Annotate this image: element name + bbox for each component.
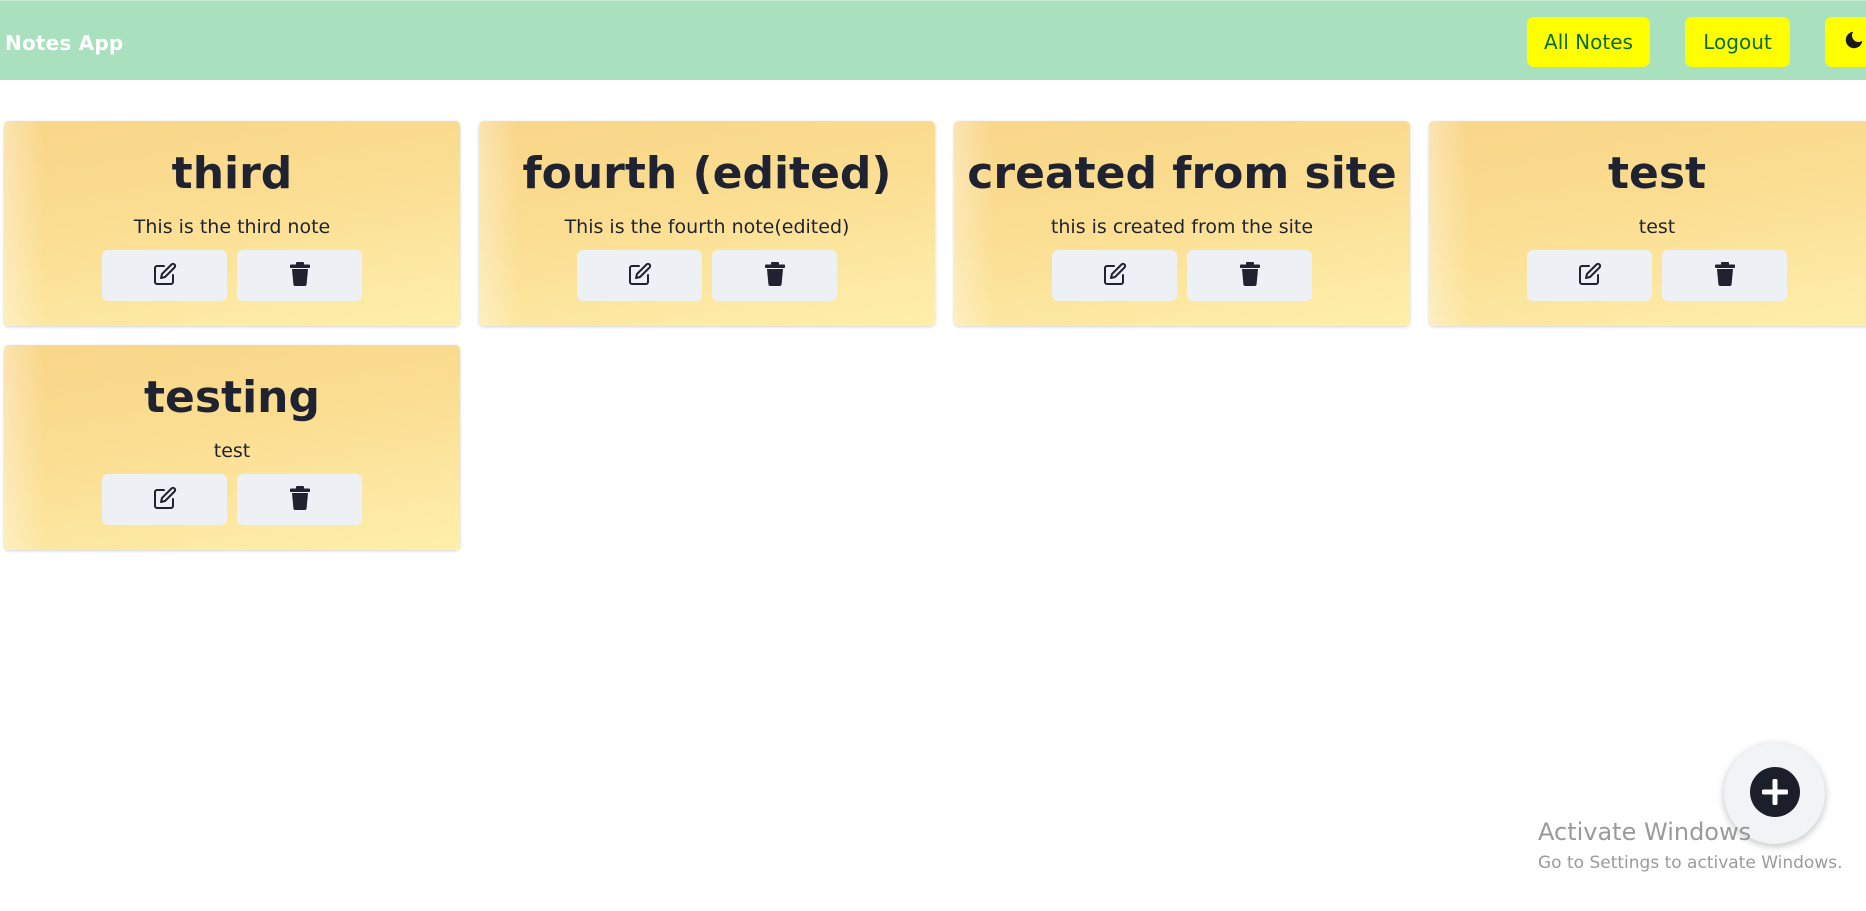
navbar: Notes App All Notes Logout (0, 0, 1866, 80)
delete-note-button[interactable] (1662, 250, 1787, 301)
trash-icon (289, 485, 310, 514)
note-body: This is the fourth note(edited) (564, 216, 850, 238)
edit-note-button[interactable] (1527, 250, 1652, 301)
edit-icon (628, 262, 652, 290)
edit-icon (1103, 262, 1127, 290)
activate-windows-subtitle: Go to Settings to activate Windows. (1538, 853, 1843, 873)
moon-icon (1843, 29, 1865, 56)
note-card: test test (1429, 121, 1866, 326)
delete-note-button[interactable] (1187, 250, 1312, 301)
trash-icon (289, 261, 310, 290)
note-title: created from site (967, 148, 1397, 199)
delete-note-button[interactable] (237, 474, 362, 525)
edit-note-button[interactable] (1052, 250, 1177, 301)
all-notes-button[interactable]: All Notes (1527, 17, 1650, 67)
note-title: fourth (edited) (522, 148, 892, 199)
note-card: created from site this is created from t… (954, 121, 1410, 326)
note-body: test (1638, 216, 1676, 238)
note-body: this is created from the site (1050, 216, 1314, 238)
plus-circle-icon (1749, 766, 1800, 821)
note-title: third (171, 148, 293, 199)
note-title: testing (144, 372, 320, 423)
note-card: fourth (edited) This is the fourth note(… (479, 121, 935, 326)
edit-note-button[interactable] (102, 474, 227, 525)
note-body: test (213, 440, 251, 462)
edit-icon (1578, 262, 1602, 290)
edit-icon (153, 486, 177, 514)
trash-icon (1714, 261, 1735, 290)
delete-note-button[interactable] (237, 250, 362, 301)
note-card: third This is the third note (4, 121, 460, 326)
delete-note-button[interactable] (712, 250, 837, 301)
edit-note-button[interactable] (102, 250, 227, 301)
app-brand[interactable]: Notes App (5, 31, 123, 55)
note-body: This is the third note (133, 216, 331, 238)
edit-icon (153, 262, 177, 290)
trash-icon (764, 261, 785, 290)
note-card: testing test (4, 345, 460, 550)
edit-note-button[interactable] (577, 250, 702, 301)
theme-toggle-button[interactable] (1825, 17, 1866, 67)
activate-windows-title: Activate Windows (1538, 818, 1752, 846)
logout-button[interactable]: Logout (1685, 17, 1790, 67)
note-title: test (1607, 148, 1707, 199)
trash-icon (1239, 261, 1260, 290)
